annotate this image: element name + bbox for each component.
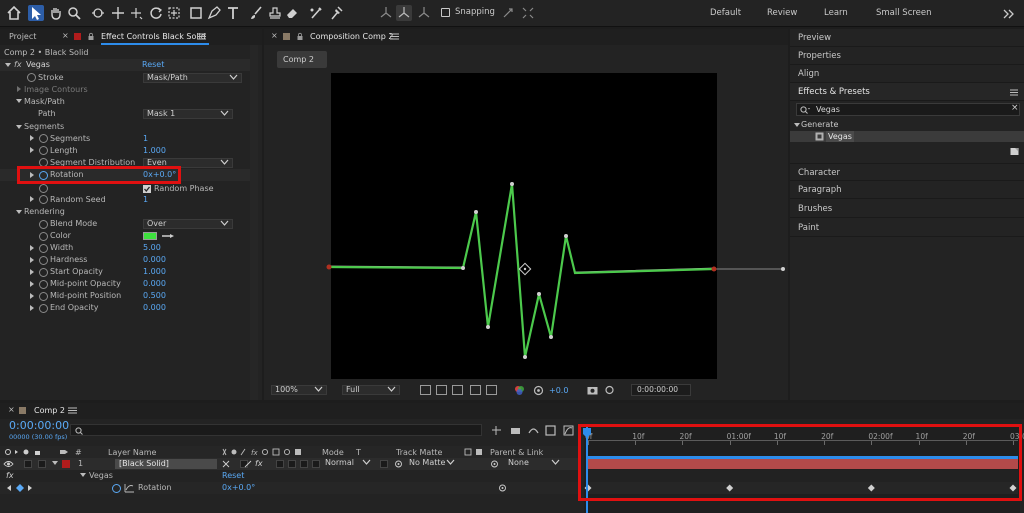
- timeline-highlight-box: [578, 424, 1022, 501]
